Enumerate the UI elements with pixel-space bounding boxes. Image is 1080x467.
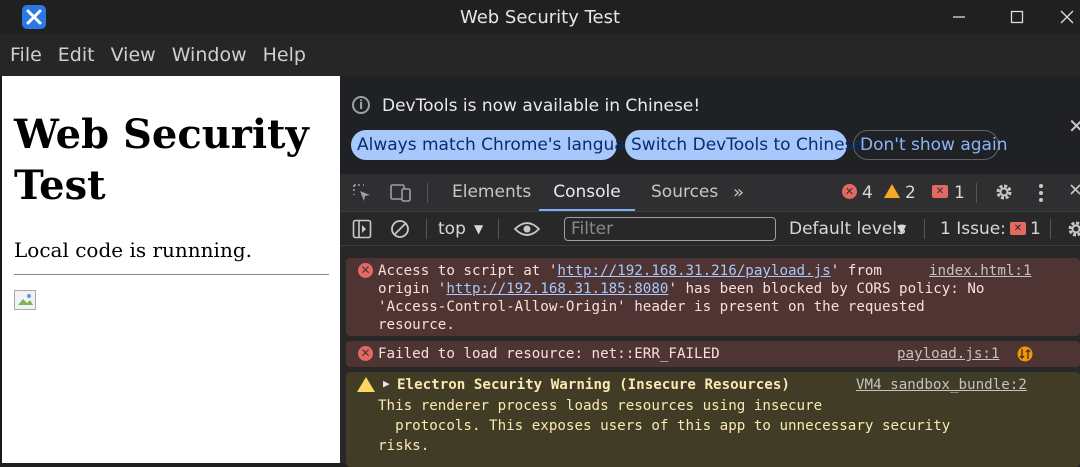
source-link-payload[interactable]: payload.js:1 (897, 345, 1000, 363)
broken-image-icon (14, 290, 36, 310)
devtools-panel: i DevTools is now available in Chinese! … (340, 76, 1080, 467)
minimize-icon (953, 16, 965, 18)
menu-view[interactable]: View (111, 44, 156, 66)
device-toolbar-icon[interactable] (390, 183, 412, 203)
payload-url-link[interactable]: http://192.168.31.216/payload.js (557, 263, 830, 279)
issue-count[interactable]: 1 (954, 183, 965, 203)
expand-arrow-icon[interactable]: ▶ (383, 375, 390, 393)
devtools-main-toolbar: Elements Console Sources » ✕ 4 2 ✕ 1 (340, 174, 1080, 212)
menu-bar: File Edit View Window Help (0, 34, 1080, 76)
close-devtools-icon[interactable] (1070, 184, 1080, 200)
message-line: resource. (378, 317, 455, 333)
settings-gear-icon[interactable] (994, 182, 1014, 202)
issue-count-icon[interactable]: ✕ (932, 185, 948, 198)
page-paragraph: Local code is runnning. (14, 238, 252, 262)
menu-help[interactable]: Help (263, 44, 306, 66)
message-text: origin ' (378, 281, 447, 297)
infobar-close-icon[interactable]: ✕ (1068, 114, 1080, 138)
tab-sources[interactable]: Sources (651, 174, 718, 211)
tab-console[interactable]: Console (539, 174, 635, 211)
more-options-icon[interactable] (1038, 183, 1044, 203)
console-toolbar: top ▼ Filter Default levels ▼ 1 Issue: ✕… (340, 212, 1080, 246)
error-icon: ✕ (358, 263, 373, 278)
horizontal-rule (14, 274, 329, 275)
toolbar-separator (426, 219, 427, 239)
message-text: ' has been blocked by CORS policy: No (668, 281, 985, 297)
context-dropdown-icon[interactable]: ▼ (474, 222, 483, 236)
message-text: ' from (830, 263, 882, 279)
levels-dropdown-icon[interactable]: ▼ (897, 222, 906, 236)
error-icon: ✕ (358, 346, 373, 361)
info-icon: i (352, 96, 370, 114)
dont-show-again-button[interactable]: Don't show again (853, 130, 1007, 160)
log-levels-dropdown[interactable]: Default levels (789, 219, 906, 239)
console-message-cors-error: ✕ Access to script at 'http://192.168.31… (346, 258, 1080, 336)
toolbar-separator (976, 183, 977, 203)
close-icon (1060, 10, 1074, 24)
message-line: 'Access-Control-Allow-Origin' header is … (378, 299, 925, 315)
toolbar-separator (498, 219, 499, 239)
filter-placeholder: Filter (571, 219, 614, 239)
menu-file[interactable]: File (10, 44, 42, 66)
menu-edit[interactable]: Edit (58, 44, 95, 66)
toolbar-separator (427, 183, 428, 203)
title-bar: Web Security Test (0, 0, 1080, 34)
message-text: Access to script at ' (378, 263, 558, 279)
message-line: origin 'http://192.168.31.185:8080' has … (378, 280, 984, 298)
close-button[interactable] (1052, 4, 1080, 30)
origin-url-link[interactable]: http://192.168.31.185:8080 (446, 281, 668, 297)
menu-window[interactable]: Window (172, 44, 247, 66)
source-link-vm4[interactable]: VM4 sandbox_bundle:2 (856, 376, 1027, 394)
warning-icon (357, 377, 375, 392)
language-infobar: i DevTools is now available in Chinese! … (340, 76, 1080, 174)
maximize-icon (1010, 10, 1024, 24)
live-expression-eye-icon[interactable] (514, 221, 540, 237)
message-text: Failed to load resource: net::ERR_FAILED (378, 346, 720, 362)
sidebar-toggle-icon[interactable] (352, 219, 372, 239)
console-settings-gear-icon[interactable] (1066, 219, 1080, 239)
maximize-button[interactable] (1002, 4, 1032, 30)
issues-badge-count[interactable]: 1 (1030, 219, 1041, 239)
inspect-element-icon[interactable] (352, 183, 372, 203)
source-link-index[interactable]: index.html:1 (929, 262, 1032, 280)
tab-elements[interactable]: Elements (452, 174, 531, 211)
toolbar-separator (924, 219, 925, 239)
switch-language-button[interactable]: Switch DevTools to Chinese (625, 130, 864, 160)
warning-count-icon[interactable] (884, 184, 900, 198)
error-count-icon[interactable]: ✕ (842, 184, 857, 199)
clear-console-icon[interactable] (390, 219, 410, 239)
console-message-load-error: ✕ Failed to load resource: net::ERR_FAIL… (346, 341, 1080, 367)
warning-title[interactable]: Electron Security Warning (Insecure Reso… (397, 376, 790, 394)
error-count[interactable]: 4 (862, 183, 873, 203)
issues-badge-icon[interactable]: ✕ (1010, 222, 1026, 235)
network-request-icon[interactable] (1016, 345, 1034, 363)
toolbar-separator (1050, 219, 1051, 239)
match-language-button[interactable]: Always match Chrome's language (351, 130, 646, 160)
console-message-security-warning: ▶ Electron Security Warning (Insecure Re… (346, 372, 1080, 467)
message-line: protocols. This exposes users of this ap… (378, 418, 951, 434)
context-selector[interactable]: top (438, 219, 466, 239)
minimize-button[interactable] (944, 4, 974, 30)
message-line: risks. (378, 438, 430, 454)
warning-count[interactable]: 2 (905, 183, 916, 203)
issues-label[interactable]: 1 Issue: (940, 219, 1006, 239)
message-line: This renderer process loads resources us… (378, 398, 823, 414)
more-tabs-icon[interactable]: » (733, 174, 744, 211)
infobar-message: DevTools is now available in Chinese! (382, 96, 701, 116)
window-title: Web Security Test (459, 7, 621, 28)
console-filter-input[interactable]: Filter (564, 217, 776, 241)
page-heading: Web Security Test (14, 111, 309, 209)
message-line: Access to script at 'http://192.168.31.2… (378, 262, 882, 280)
web-page: Web Security Test Local code is runnning… (0, 76, 340, 463)
